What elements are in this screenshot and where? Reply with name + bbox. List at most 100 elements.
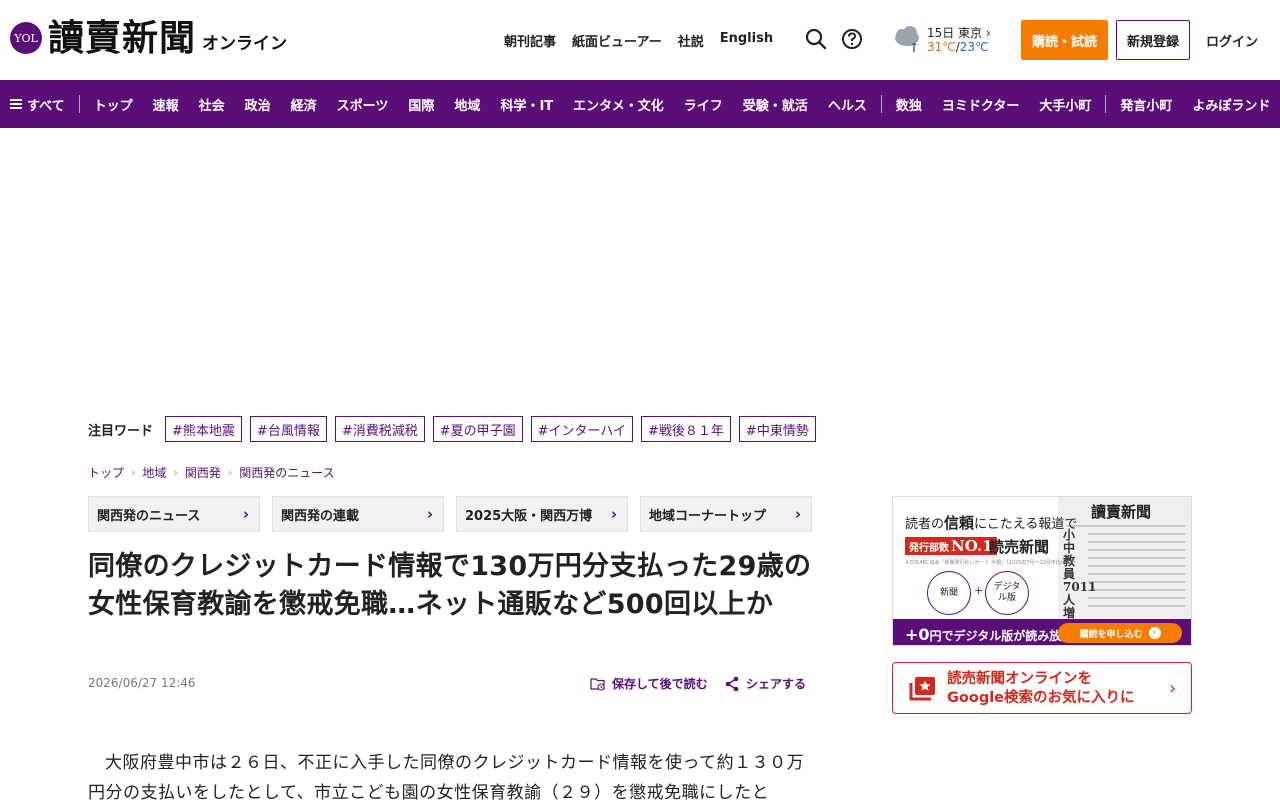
- ad-paper-headline: 小中教員7011人増: [1063, 528, 1096, 620]
- nav-life[interactable]: ライフ: [684, 95, 723, 114]
- nav-economy[interactable]: 経済: [291, 95, 317, 114]
- nav-yomipo-land[interactable]: よみぽランド: [1192, 95, 1270, 114]
- trending-tag[interactable]: #台風情報: [249, 416, 327, 442]
- chevron-right-icon: ›: [173, 466, 178, 479]
- link-morning-edition[interactable]: 朝刊記事: [504, 31, 556, 50]
- nav-entertainment[interactable]: エンタメ・文化: [573, 95, 664, 114]
- share-icon: [725, 676, 739, 691]
- ad-paper-title: 讀賣新聞: [1091, 503, 1152, 521]
- nav-yomidr[interactable]: ヨミドクター: [942, 95, 1019, 114]
- trending-tag[interactable]: #中東情勢: [738, 416, 816, 442]
- section-kansai-news[interactable]: 関西発のニュース ›: [88, 496, 260, 532]
- google-favorite-button[interactable]: 読売新聞オンラインを Google検索のお気に入りに ›: [892, 662, 1192, 714]
- save-for-later-button[interactable]: 保存して後で読む: [590, 675, 708, 692]
- folder-clock-icon: [590, 677, 605, 691]
- link-paper-viewer[interactable]: 紙面ビューアー: [572, 31, 662, 50]
- section-links: 関西発のニュース › 関西発の連載 › 2025大阪・関西万博 › 地域コーナー…: [88, 496, 812, 532]
- ad-no1-badge: 発行部数 NO.1: [905, 537, 997, 555]
- trending-tag[interactable]: #戦後８１年: [641, 416, 731, 442]
- section-label: 2025大阪・関西万博: [465, 508, 593, 524]
- ad-brand: 読売新聞: [989, 538, 1050, 556]
- yol-badge: YOL: [10, 22, 42, 54]
- weather-widget[interactable]: 15日 東京 › 31℃/23℃: [892, 24, 992, 58]
- trending-tag[interactable]: #夏の甲子園: [432, 416, 523, 442]
- login-button[interactable]: ログイン: [1206, 31, 1258, 50]
- nav-hatsugen-komachi[interactable]: 発言小町: [1120, 95, 1172, 114]
- register-button[interactable]: 新規登録: [1116, 20, 1190, 60]
- section-label: 関西発のニュース: [97, 508, 201, 524]
- breadcrumb-item[interactable]: トップ: [88, 464, 124, 481]
- nav-divider: [880, 95, 882, 113]
- breadcrumb: トップ › 地域 › 関西発 › 関西発のニュース: [88, 464, 335, 481]
- trending-tag[interactable]: #熊本地震: [165, 416, 242, 442]
- nav-divider: [1105, 95, 1107, 113]
- breadcrumb-item[interactable]: 関西発のニュース: [239, 464, 334, 481]
- ad-tagline: 読者の信頼にこたえる報道で: [905, 514, 1078, 532]
- nav-exams-jobs[interactable]: 受験・就活: [743, 95, 808, 114]
- link-editorial[interactable]: 社説: [678, 31, 704, 50]
- ad-plus: +: [974, 584, 984, 597]
- star-bookmark-icon: [909, 677, 935, 701]
- chevron-right-icon: ›: [985, 26, 991, 40]
- nav-otekomachi[interactable]: 大手小町: [1039, 95, 1091, 114]
- article-body: 大阪府豊中市は２６日、不正に入手した同僚のクレジットカード情報を使って約１３０万…: [88, 753, 805, 803]
- nav-breaking[interactable]: 速報: [153, 95, 179, 114]
- weather-low: 23℃: [959, 40, 989, 54]
- ad-bar-prefix: +0: [905, 625, 930, 644]
- trending-tag[interactable]: #消費税減税: [334, 416, 425, 442]
- top-links: 朝刊記事 紙面ビューアー 社説 English: [504, 31, 773, 50]
- save-label: 保存して後で読む: [612, 677, 708, 691]
- nav-local[interactable]: 地域: [454, 95, 480, 114]
- ad-circle-paper: 新聞: [927, 571, 971, 615]
- site-logo[interactable]: YOL 讀賣新聞 オンライン: [10, 18, 287, 58]
- trending-label: 注目ワード: [88, 423, 154, 439]
- breadcrumb-item[interactable]: 関西発: [185, 464, 221, 481]
- google-favorite-text: 読売新聞オンラインを Google検索のお気に入りに: [947, 671, 1135, 706]
- nav-sports[interactable]: スポーツ: [337, 95, 389, 114]
- subscription-ad-banner[interactable]: 讀賣新聞 小中教員7011人増 読者の信頼にこたえる報道で 発行部数NO.1 読…: [892, 496, 1192, 646]
- menu-icon: [10, 97, 22, 111]
- article-date: 2026/06/27 12:46: [88, 676, 196, 690]
- weather-high: 31℃: [927, 40, 956, 54]
- section-expo[interactable]: 2025大阪・関西万博 ›: [456, 496, 628, 532]
- share-button[interactable]: シェアする: [724, 675, 806, 692]
- breadcrumb-item[interactable]: 地域: [142, 464, 166, 481]
- section-label: 関西発の連載: [281, 508, 360, 524]
- nav-divider: [78, 95, 80, 113]
- chevron-right-icon: ›: [1148, 627, 1161, 639]
- site-header: YOL 讀賣新聞 オンライン 朝刊記事 紙面ビューアー 社説 English 1…: [0, 0, 1280, 80]
- ad-circle-digital: デジタル版: [985, 571, 1029, 615]
- help-icon[interactable]: [841, 28, 863, 50]
- share-label: シェアする: [746, 677, 807, 691]
- ad-cta-button[interactable]: 購読を申し込む ›: [1058, 623, 1182, 643]
- nav-health[interactable]: ヘルス: [828, 95, 867, 114]
- nav-sudoku[interactable]: 数独: [896, 95, 922, 114]
- nav-all[interactable]: すべて: [10, 95, 65, 114]
- section-kansai-series[interactable]: 関西発の連載 ›: [272, 496, 444, 532]
- chevron-right-icon: ›: [1169, 678, 1177, 699]
- weather-date-city: 15日 東京: [927, 26, 983, 40]
- chevron-right-icon: ›: [426, 505, 433, 523]
- link-english[interactable]: English: [720, 31, 773, 50]
- ad-bottom-bar: +0円でデジタル版が読み放題！ 購読を申し込む ›: [893, 619, 1191, 645]
- main-nav: すべて トップ 速報 社会 政治 経済 スポーツ 国際 地域 科学・IT エンタ…: [0, 80, 1280, 128]
- logo-suffix: オンライン: [202, 33, 288, 54]
- chevron-right-icon: ›: [242, 505, 249, 523]
- chevron-right-icon: ›: [131, 466, 136, 479]
- nav-society[interactable]: 社会: [199, 95, 225, 114]
- logo-wordmark: 讀賣新聞: [48, 17, 197, 59]
- chevron-right-icon: ›: [227, 466, 233, 479]
- search-icon[interactable]: [805, 28, 827, 50]
- subscribe-button[interactable]: 購読・試読: [1021, 20, 1108, 60]
- section-local-top[interactable]: 地域コーナートップ ›: [640, 496, 812, 532]
- section-label: 地域コーナートップ: [649, 508, 767, 524]
- trending-tag[interactable]: #インターハイ: [530, 416, 634, 442]
- nav-science-it[interactable]: 科学・IT: [500, 95, 553, 114]
- nav-top[interactable]: トップ: [94, 95, 133, 114]
- chevron-right-icon: ›: [794, 505, 801, 523]
- cloud-rain-icon: [895, 26, 919, 52]
- nav-international[interactable]: 国際: [408, 95, 434, 114]
- nav-all-label: すべて: [27, 98, 65, 114]
- article-headline: 同僚のクレジットカード情報で130万円分支払った29歳の女性保育教諭を懲戒免職……: [88, 551, 812, 620]
- nav-politics[interactable]: 政治: [245, 95, 271, 114]
